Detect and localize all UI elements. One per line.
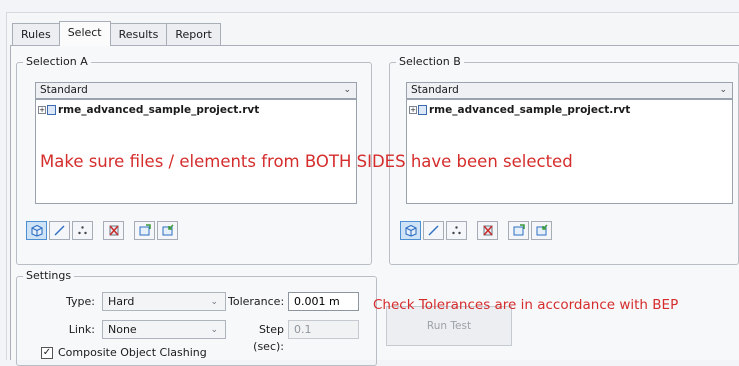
annotation-tolerance-note: Check Tolerances are in accordance with … (373, 297, 679, 313)
self-intersect-button[interactable] (477, 221, 498, 240)
link-value: None (108, 323, 137, 336)
selection-a-mode-dropdown[interactable]: Standard ⌄ (35, 82, 357, 99)
step-input[interactable] (288, 320, 359, 339)
selection-a-file-name: rme_advanced_sample_project.rvt (58, 104, 260, 116)
select-in-scene-button[interactable] (157, 221, 178, 240)
selection-a-title: Selection A (23, 55, 91, 69)
select-in-scene-icon (162, 224, 174, 236)
selection-b-toolbar (400, 221, 554, 240)
step-label: Step (sec): (253, 323, 284, 353)
file-icon (47, 105, 56, 115)
selection-b-tree-item[interactable]: + rme_advanced_sample_project.rvt (409, 103, 630, 117)
select-points-button[interactable] (446, 221, 467, 240)
type-value: Hard (108, 295, 135, 308)
type-label: Type: (66, 295, 95, 308)
select-in-scene-icon (536, 224, 548, 236)
selection-a-tree-item[interactable]: + rme_advanced_sample_project.rvt (38, 103, 259, 117)
use-current-selection-button[interactable] (508, 221, 529, 240)
composite-checkbox[interactable]: ✓ (41, 346, 53, 359)
points-icon (452, 226, 461, 235)
link-dropdown[interactable]: None ⌄ (102, 320, 226, 339)
self-intersect-icon (482, 225, 493, 236)
chevron-down-icon: ⌄ (210, 325, 218, 335)
composite-label: Composite Object Clashing (58, 346, 207, 359)
select-in-scene-button[interactable] (531, 221, 552, 240)
surface-icon (404, 224, 417, 237)
tab-select[interactable]: Select (58, 21, 111, 46)
selection-b-file-name: rme_advanced_sample_project.rvt (429, 104, 631, 116)
use-selection-icon (139, 224, 151, 236)
selection-b-mode-value: Standard (411, 84, 459, 96)
select-surfaces-button[interactable] (26, 221, 47, 240)
type-dropdown[interactable]: Hard ⌄ (102, 292, 226, 311)
tab-results[interactable]: Results (109, 23, 168, 46)
self-intersect-button[interactable] (103, 221, 124, 240)
use-selection-icon (513, 224, 525, 236)
select-lines-button[interactable] (423, 221, 444, 240)
line-icon (428, 225, 439, 236)
tolerance-label: Tolerance: (228, 295, 285, 308)
select-points-button[interactable] (72, 221, 93, 240)
annotation-selection-note: Make sure files / elements from BOTH SID… (40, 152, 573, 171)
select-surfaces-button[interactable] (400, 221, 421, 240)
expand-plus-icon[interactable]: + (38, 106, 46, 114)
tab-report[interactable]: Report (166, 23, 221, 46)
chevron-down-icon: ⌄ (719, 85, 727, 95)
tab-rules[interactable]: Rules (12, 23, 60, 46)
tolerance-input[interactable] (288, 292, 359, 311)
settings-title: Settings (23, 269, 75, 283)
link-label: Link: (68, 323, 95, 336)
chevron-down-icon: ⌄ (343, 85, 351, 95)
points-icon (78, 226, 87, 235)
selection-b-mode-dropdown[interactable]: Standard ⌄ (406, 82, 733, 99)
selection-a-mode-value: Standard (40, 84, 88, 96)
use-current-selection-button[interactable] (134, 221, 155, 240)
surface-icon (30, 224, 43, 237)
file-icon (418, 105, 427, 115)
selection-a-toolbar (26, 221, 180, 240)
line-icon (54, 225, 65, 236)
select-lines-button[interactable] (49, 221, 70, 240)
selection-b-title: Selection B (396, 55, 464, 69)
chevron-down-icon: ⌄ (210, 297, 218, 307)
tab-strip: Rules Select Results Report (12, 21, 221, 46)
composite-object-clashing-option[interactable]: ✓ Composite Object Clashing (41, 346, 207, 359)
expand-plus-icon[interactable]: + (409, 106, 417, 114)
self-intersect-icon (108, 225, 119, 236)
